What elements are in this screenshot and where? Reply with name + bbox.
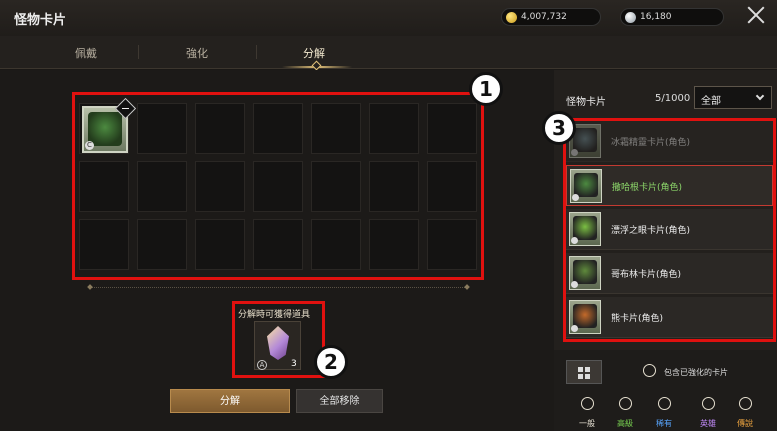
card-count: 5/1000	[655, 93, 691, 104]
filter-value: 全部	[701, 96, 721, 107]
decompose-button[interactable]: 分解	[170, 389, 290, 413]
callout-badge-2: 2	[314, 345, 348, 379]
panel-title: 怪物卡片	[566, 97, 606, 108]
crystal-counter: 16,180	[620, 8, 724, 26]
tab-divider	[138, 45, 139, 59]
grade-filter-label: 稀有	[656, 419, 672, 428]
grade-filter-label: 高級	[617, 419, 633, 428]
tab-equip[interactable]: 佩戴	[75, 45, 97, 61]
grade-filter-radio[interactable]	[619, 397, 632, 410]
filter-dropdown[interactable]: 全部	[694, 86, 772, 109]
tab-divider	[256, 45, 257, 59]
callout-badge-3: 3	[542, 111, 576, 145]
callout-badge-1: 1	[469, 72, 503, 106]
grid-icon	[578, 367, 583, 372]
divider	[90, 287, 467, 288]
reward-count: 3	[291, 359, 297, 369]
page-title: 怪物卡片	[14, 13, 67, 28]
grid-icon	[585, 374, 590, 379]
include-enhanced-label: 包含已強化的卡片	[664, 368, 728, 377]
gold-amount: 4,007,732	[521, 12, 567, 22]
close-icon[interactable]	[745, 4, 767, 26]
grid-icon	[585, 367, 590, 372]
tab-enhance[interactable]: 強化	[186, 45, 208, 61]
grade-filter-radio[interactable]	[581, 397, 594, 410]
callout-frame-slots	[72, 92, 484, 280]
grade-filter-radio[interactable]	[739, 397, 752, 410]
tab-bar	[0, 36, 777, 69]
remove-all-button[interactable]: 全部移除	[296, 389, 383, 413]
grade-filter-label: 傳說	[737, 419, 753, 428]
grid-icon	[578, 374, 583, 379]
gold-counter: 4,007,732	[501, 8, 601, 26]
crystal-icon	[625, 11, 636, 23]
tab-decompose[interactable]: 分解	[303, 45, 325, 61]
reward-grade-badge: A	[257, 360, 267, 370]
grade-filter-label: 一般	[579, 419, 595, 428]
grade-filter-radio[interactable]	[702, 397, 715, 410]
grade-filter-label: 英雄	[700, 419, 716, 428]
callout-frame-list	[563, 118, 776, 342]
grid-view-button[interactable]	[566, 360, 602, 384]
gold-coin-icon	[506, 11, 517, 23]
crystal-amount: 16,180	[640, 12, 672, 22]
include-enhanced-radio[interactable]	[643, 364, 656, 377]
reward-label: 分解時可獲得道具	[238, 310, 311, 320]
grade-filter-radio[interactable]	[658, 397, 671, 410]
chevron-down-icon	[755, 91, 765, 101]
